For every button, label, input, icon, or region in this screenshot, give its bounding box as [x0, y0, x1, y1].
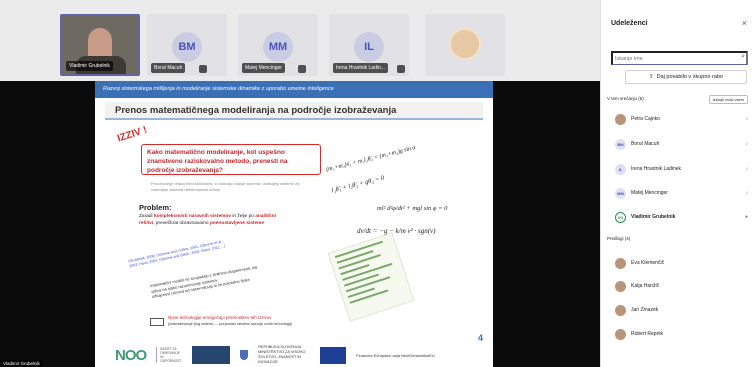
video-tile-photo[interactable]	[425, 14, 505, 76]
avatar-initials: MM	[263, 32, 293, 62]
code-snippet	[327, 232, 415, 322]
equation: (m₁+m₂)ẍ₁ + m₂l₂θ̈₂ = (m₁+m₂)g sin α	[325, 144, 417, 174]
mic-off-icon	[397, 65, 405, 73]
bullet-list: matematični modeli ne sovpadajo z realni…	[150, 259, 291, 300]
participant-row[interactable]: Petra Cajnko ♪	[615, 112, 748, 126]
video-tile-vladimir[interactable]: Vladimir Grubelnik	[60, 14, 140, 76]
share-invite-button[interactable]: ⇪ Daj povabilo v skupno rabo	[625, 70, 747, 84]
self-view-name: Vladimir Grubelnik	[0, 360, 43, 367]
new-tech-sub: (izobraževanje (log sistem) — prepočasi …	[168, 322, 292, 326]
new-tech-text: Nove tehnologije omogočajo premostitev t…	[168, 315, 272, 320]
avatar: BM	[615, 138, 626, 150]
mic-off-icon: ♪	[745, 166, 749, 172]
avatar: IL	[615, 163, 626, 175]
video-tile-borut[interactable]: BM Borut Macuh	[147, 14, 227, 76]
mic-off-icon	[298, 65, 306, 73]
mute-all-button[interactable]: Izklopi zvok vsem	[708, 95, 748, 104]
slide-footer: NOO NAČRT ZA OKREVANJE IN ODPORNOST REPU…	[95, 343, 493, 367]
slide-note: Proučevanje relacij med količinami, ki d…	[151, 181, 300, 192]
suggestions-header[interactable]: Predlogi (4)	[607, 236, 630, 241]
participant-row[interactable]: BM Borut Macuh ♪	[615, 137, 748, 151]
arrow-right-icon	[150, 318, 164, 326]
meeting-stage: Vladimir Grubelnik BM Borut Macuh MM Mat…	[0, 0, 600, 367]
search-icon[interactable]: ⌕	[741, 53, 745, 61]
video-tile-matej[interactable]: MM Matej Mencinger	[238, 14, 318, 76]
avatar	[615, 328, 626, 340]
avatar	[615, 257, 626, 269]
noo-logo: NOO	[115, 346, 147, 364]
shared-slide: Razvoj sistemskega mišljenja in modelira…	[95, 81, 493, 367]
avatar	[615, 113, 626, 125]
participant-row[interactable]: IL Irena Hrastnik Ladinek ♪	[615, 162, 748, 176]
equation: dv/dt = −g − k/m v² · sgn(v)	[357, 227, 436, 235]
problem-text: Zaradi kompleksnosti naravnih sistemov i…	[139, 214, 277, 226]
avatar	[615, 280, 626, 292]
mic-off-icon	[199, 65, 207, 73]
avatar: VG	[615, 211, 626, 223]
participant-row[interactable]: MM Matej Mencinger ♪	[615, 186, 748, 200]
mic-off-icon: ♪	[745, 141, 749, 147]
in-meeting-header[interactable]: V tem srečanju (5)	[607, 96, 644, 101]
coat-of-arms-icon	[240, 350, 249, 360]
suggestion-row[interactable]: Eva Klemenčič	[615, 256, 748, 270]
mic-off-icon: ♪	[745, 190, 749, 196]
izziv-label: IZZIV !	[116, 124, 149, 145]
avatar-initials: BM	[172, 32, 202, 62]
avatar-initials: IL	[354, 32, 384, 62]
participant-photo	[449, 28, 481, 60]
share-icon: ⇪	[649, 74, 654, 80]
mic-off-icon: ♪	[745, 116, 749, 122]
suggestion-row[interactable]: Robert Repnik	[615, 327, 748, 341]
eu-flag-icon	[320, 346, 347, 364]
avatar	[615, 304, 626, 316]
equation: ml² d²φ/dt² + mgl sin φ = 0	[377, 205, 448, 212]
suggestion-row[interactable]: Jan Zmazek	[615, 303, 748, 317]
slide-header: Razvoj sistemskega mišljenja in modelira…	[95, 81, 493, 98]
tile-name-label: Borut Macuh	[151, 63, 186, 73]
search-input[interactable]	[611, 51, 748, 65]
panel-title: Udeleženci	[611, 20, 648, 27]
participants-panel: Udeleženci × ⌕ ⇪ Daj povabilo v skupno r…	[600, 0, 753, 367]
close-icon[interactable]: ×	[742, 18, 747, 28]
ministry-text: REPUBLIKA SLOVENIJA MINISTRSTVO ZA VISOK…	[258, 345, 306, 364]
references: (Grubelnik, 2009; Osborne and Collins, 2…	[128, 239, 226, 269]
avatar: MM	[615, 187, 626, 199]
video-tile-irena[interactable]: IL Irena Hrastnik Ladin...	[329, 14, 409, 76]
page-number: 4	[477, 333, 483, 343]
eu-text: Financira Evropska unija NextGenerationE…	[356, 352, 435, 358]
noo-text: NAČRT ZA OKREVANJE IN ODPORNOST	[156, 347, 182, 363]
tile-name-label: Vladimir Grubelnik	[66, 61, 113, 71]
building-logo	[192, 346, 231, 364]
suggestion-row[interactable]: Katja Hanžič	[615, 279, 748, 293]
tile-name-label: Matej Mencinger	[242, 63, 285, 73]
problem-label: Problem:	[139, 203, 172, 212]
slide-title: Prenos matematičnega modeliranja na podr…	[105, 102, 483, 120]
equation: l₁θ̈₁ + l₂θ̈₂ + gθ₂ = 0	[330, 174, 385, 195]
question-box: Kako matematično modeliranje, kot uspešn…	[141, 144, 321, 175]
tile-name-label: Irena Hrastnik Ladin...	[333, 63, 388, 73]
mic-on-icon: ●	[744, 214, 748, 220]
participant-row[interactable]: VG Vladimir Grubelnik ●	[615, 210, 748, 224]
